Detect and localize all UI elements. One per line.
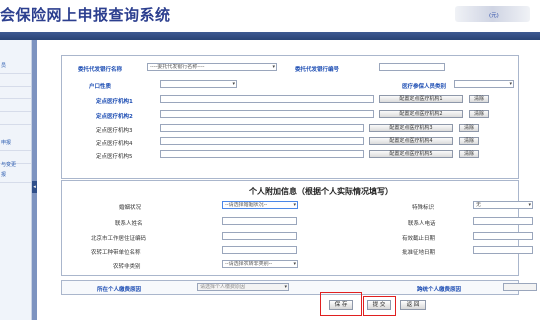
- hospital-5-input[interactable]: [160, 150, 364, 158]
- hospital-4-input[interactable]: [160, 137, 364, 145]
- marital-status-label: 婚姻状况: [119, 205, 142, 211]
- hospital-4-label: 定点医疗机构4: [96, 141, 133, 147]
- hospital-1-input[interactable]: [160, 95, 374, 103]
- config-hospital-4-button[interactable]: 配置定点医疗机构4: [369, 137, 453, 145]
- top-nav-bar: [0, 32, 540, 40]
- sidebar: 员 申报 与变更 报: [0, 40, 32, 320]
- hukou-type-select[interactable]: [160, 80, 237, 88]
- unit-note: (元): [489, 13, 499, 19]
- sidebar-divider: [0, 86, 31, 87]
- farmer-unit-label: 农转工种带单位名称: [91, 250, 141, 256]
- special-flag-label: 特殊标识: [412, 205, 435, 211]
- payment-reason-label: 所在个人缴费原因: [97, 287, 142, 293]
- back-button[interactable]: 返 回: [400, 300, 426, 310]
- farmer-type-label: 农转非类别: [113, 264, 141, 270]
- marital-status-select[interactable]: --请选择婚姻状况--: [222, 201, 298, 209]
- contact-phone-label: 联系人电话: [408, 221, 436, 227]
- special-flag-select[interactable]: 无: [473, 201, 533, 209]
- farmer-unit-input[interactable]: [222, 246, 297, 254]
- submit-highlight-frame: [363, 296, 396, 316]
- app-title: 会保险网上申报查询系统: [0, 6, 171, 24]
- payment-reason-select[interactable]: 请选择个人缴费原因: [197, 283, 289, 291]
- insured-category-label: 医疗参保人员类别: [402, 84, 447, 90]
- cross-payment-reason-label: 跨统个人缴费原因: [417, 287, 462, 293]
- sidebar-divider: [0, 98, 31, 99]
- hospital-2-input[interactable]: [160, 110, 374, 118]
- valid-date-label: 有效截止日期: [402, 236, 436, 242]
- hospital-1-label: 定点医疗机构1: [96, 99, 133, 105]
- cross-payment-reason-input[interactable]: [503, 283, 537, 291]
- app-header: 会保险网上申报查询系统: [0, 0, 540, 32]
- sidebar-divider: [0, 124, 31, 125]
- farmer-type-select[interactable]: --请选择农转非类别--: [222, 260, 298, 268]
- approve-date-label: 批准征地日期: [402, 250, 436, 256]
- insured-category-select[interactable]: [454, 80, 514, 88]
- sidebar-divider: [0, 73, 31, 74]
- sidebar-divider: [0, 182, 31, 183]
- hospital-3-input[interactable]: [160, 124, 364, 132]
- residence-permit-input[interactable]: [222, 232, 297, 240]
- clear-hospital-1-button[interactable]: 清除: [469, 95, 489, 103]
- app-window: 会保险网上申报查询系统 员 申报 与变更 报 ◂ 委托代发银行名称 ----委托…: [0, 0, 540, 320]
- hospital-5-label: 定点医疗机构5: [96, 154, 133, 160]
- save-highlight-frame: [320, 292, 362, 316]
- bank-code-label: 委托代发银行编号: [295, 67, 340, 73]
- clear-hospital-5-button[interactable]: 清除: [459, 150, 479, 158]
- additional-info-title: 个人附加信息（根据个人实际情况填写）: [249, 187, 393, 196]
- hospital-3-label: 定点医疗机构3: [96, 128, 133, 134]
- clear-hospital-3-button[interactable]: 清除: [459, 124, 479, 132]
- clear-hospital-4-button[interactable]: 清除: [459, 137, 479, 145]
- hospital-2-label: 定点医疗机构2: [96, 114, 133, 120]
- main-content: 委托代发银行名称 ----委托代发银行名称---- 委托代发银行编号 户口性质 …: [37, 40, 540, 320]
- sidebar-item[interactable]: [1, 75, 31, 83]
- sidebar-item-declare[interactable]: 申报: [1, 139, 31, 147]
- bank-name-label: 委托代发银行名称: [78, 67, 123, 73]
- config-hospital-3-button[interactable]: 配置定点医疗机构3: [369, 124, 453, 132]
- config-hospital-1-button[interactable]: 配置定点医疗机构1: [379, 95, 463, 103]
- approve-date-input[interactable]: [473, 246, 533, 254]
- sidebar-item-report[interactable]: 报: [1, 171, 31, 179]
- bank-code-input[interactable]: [379, 63, 445, 71]
- residence-permit-label: 北京市工作居住证编码: [91, 236, 147, 242]
- contact-name-input[interactable]: [222, 217, 297, 225]
- sidebar-item-change[interactable]: 与变更: [1, 161, 31, 169]
- config-hospital-2-button[interactable]: 配置定点医疗机构2: [379, 110, 463, 118]
- sidebar-item[interactable]: 员: [1, 62, 31, 70]
- bank-name-select[interactable]: ----委托代发银行名称----: [147, 63, 277, 71]
- clear-hospital-2-button[interactable]: 清除: [469, 110, 489, 118]
- valid-date-input[interactable]: [473, 232, 533, 240]
- sidebar-divider: [0, 111, 31, 112]
- sidebar-divider: [0, 150, 31, 151]
- contact-phone-input[interactable]: [473, 217, 533, 225]
- hukou-type-label: 户口性质: [89, 84, 112, 90]
- contact-name-label: 联系人姓名: [115, 221, 143, 227]
- config-hospital-5-button[interactable]: 配置定点医疗机构5: [369, 150, 453, 158]
